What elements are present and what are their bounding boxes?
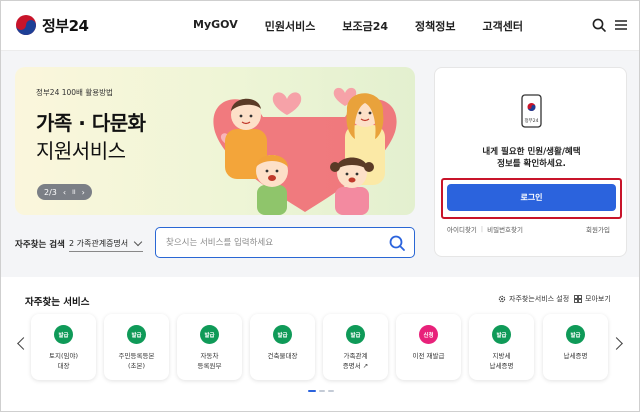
service-label-line1: 이전 재발급 <box>412 352 445 360</box>
family-illustration <box>213 87 397 215</box>
service-label: 주민등록등본 (초본) <box>104 351 169 371</box>
pager-count: 2/3 <box>44 187 57 197</box>
service-label-line1: 자동차 <box>200 352 219 360</box>
service-label-line1: 지방세 <box>492 352 511 360</box>
pager-next-icon[interactable]: › <box>82 188 85 197</box>
logo-text: 정부24 <box>42 16 89 35</box>
service-card[interactable]: 발급가족관계증명서 ↗ <box>323 314 388 380</box>
join-link[interactable]: 회원가입 <box>586 224 610 234</box>
service-label-line1: 주민등록등본 <box>118 352 155 360</box>
select-value: 2 가족관계증명서 <box>69 239 129 248</box>
link-separator: | <box>480 225 484 233</box>
login-button[interactable]: 로그인 <box>447 184 616 211</box>
service-badge: 발급 <box>566 325 585 344</box>
main-nav: MyGOV 민원서비스 보조금24 정책정보 고객센터 <box>193 18 550 34</box>
frequent-services-title: 자주찾는 서비스 <box>25 297 90 308</box>
search-box <box>155 227 415 258</box>
service-badge: 발급 <box>273 325 292 344</box>
services-setting-link[interactable]: 자주찾는서비스 설정 <box>498 294 569 304</box>
frequent-search-select[interactable]: 2 가족관계증명서 <box>69 233 143 252</box>
banner-title: 가족 · 다문화 <box>36 111 146 135</box>
nav-item-policy[interactable]: 정책정보 <box>415 18 455 34</box>
services-setting-label: 자주찾는서비스 설정 <box>509 295 570 303</box>
service-card[interactable]: 발급주민등록등본 (초본) <box>104 314 169 380</box>
service-label-line2: 등록원부 <box>197 362 222 370</box>
taegeuk-logo-icon <box>16 15 36 35</box>
services-more-label: 모아보기 <box>585 295 611 303</box>
service-badge: 발급 <box>200 325 219 344</box>
service-label-line2: 납세증명 <box>489 362 514 370</box>
service-card[interactable]: 발급건축물대장 <box>250 314 315 380</box>
service-label-line1: 납세증명 <box>563 352 588 360</box>
service-label-line2: 증명서 ↗ <box>342 362 369 370</box>
pager-prev-icon[interactable]: ‹ <box>63 188 66 197</box>
service-badge: 발급 <box>492 325 511 344</box>
login-message-line2: 정보를 확인하세요. <box>497 159 566 169</box>
pager-pause-icon[interactable]: II <box>72 189 76 196</box>
banner-title-line2: 지원서비스 <box>36 139 126 163</box>
search-submit-icon[interactable] <box>388 234 406 252</box>
login-message-line1: 내게 필요한 민원/생활/혜택 <box>482 147 581 157</box>
nav-item-subsidy[interactable]: 보조금24 <box>342 18 388 34</box>
nav-item-mygov[interactable]: MyGOV <box>193 18 238 34</box>
carousel-dot-1[interactable] <box>308 390 316 392</box>
service-badge: 발급 <box>346 325 365 344</box>
service-label-line1: 건축물대장 <box>267 352 298 360</box>
carousel-dot-2[interactable] <box>319 390 325 392</box>
service-card[interactable]: 발급납세증명 <box>543 314 608 380</box>
hamburger-menu-icon[interactable] <box>613 17 629 33</box>
promo-banner[interactable]: 정부24 100배 활용방법 가족 · 다문화 지원서비스 2/3 ‹ II › <box>15 67 415 215</box>
service-label: 건축물대장 <box>250 351 315 361</box>
carousel-dots <box>308 390 334 392</box>
nav-item-customer-center[interactable]: 고객센터 <box>482 18 522 34</box>
login-links: 아이디찾기 | 비밀번호찾기 <box>447 224 523 234</box>
service-badge: 발급 <box>54 325 73 344</box>
service-label-line1: 가족관계 <box>343 352 368 360</box>
carousel-prev-icon[interactable] <box>17 337 30 350</box>
page-frame: 정부24 MyGOV 민원서비스 보조금24 정책정보 고객센터 정부24 10… <box>0 0 640 412</box>
service-card[interactable]: 발급토지(임야) 대장 <box>31 314 96 380</box>
service-card[interactable]: 신청이전 재발급 <box>396 314 461 380</box>
frequent-search-label: 자주찾는 검색 <box>15 240 65 250</box>
banner-subtitle: 정부24 100배 활용방법 <box>36 88 113 97</box>
chevron-down-icon <box>133 237 143 247</box>
service-label: 가족관계증명서 ↗ <box>323 351 388 371</box>
header: 정부24 MyGOV 민원서비스 보조금24 정책정보 고객센터 <box>1 1 639 51</box>
service-card[interactable]: 발급지방세납세증명 <box>469 314 534 380</box>
find-password-link[interactable]: 비밀번호찾기 <box>487 224 523 234</box>
service-label-line1: 토지(임야) <box>49 352 78 360</box>
service-label: 이전 재발급 <box>396 351 461 361</box>
service-label: 토지(임야) 대장 <box>31 351 96 371</box>
service-badge: 발급 <box>127 325 146 344</box>
banner-pager: 2/3 ‹ II › <box>37 184 92 200</box>
service-label: 납세증명 <box>543 351 608 361</box>
services-more-link[interactable]: 모아보기 <box>574 294 611 304</box>
service-label-line2: 대장 <box>57 362 70 370</box>
carousel-next-icon[interactable] <box>610 337 623 350</box>
service-label-line2: (초본) <box>127 362 146 370</box>
carousel-dot-3[interactable] <box>328 390 334 392</box>
phone-label: 정부24 <box>524 119 539 124</box>
find-id-link[interactable]: 아이디찾기 <box>447 224 477 234</box>
search-icon[interactable] <box>591 17 607 33</box>
logo[interactable]: 정부24 <box>15 14 89 36</box>
service-label: 지방세납세증명 <box>469 351 534 371</box>
nav-item-civil-service[interactable]: 민원서비스 <box>265 18 316 34</box>
service-badge: 신청 <box>419 325 438 344</box>
search-input[interactable] <box>166 236 386 250</box>
service-card[interactable]: 발급자동차등록원부 <box>177 314 242 380</box>
gear-icon <box>498 295 506 303</box>
grid-icon <box>574 295 582 303</box>
service-label: 자동차등록원부 <box>177 351 242 371</box>
